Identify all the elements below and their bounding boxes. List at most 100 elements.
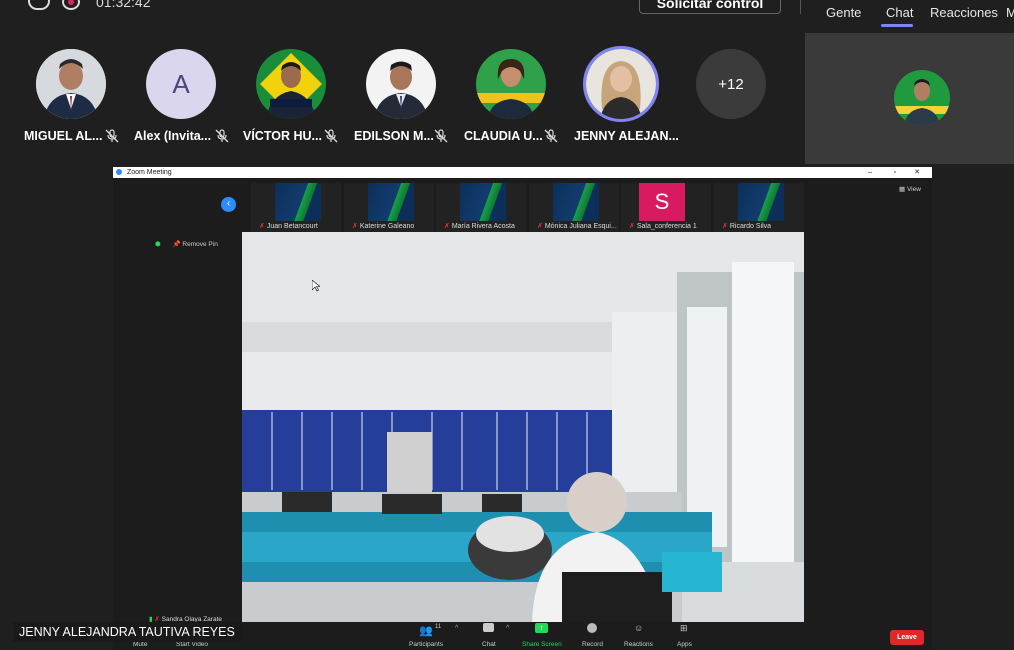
leave-button[interactable]: Leave — [890, 630, 924, 645]
mic-off-icon: ✗ — [444, 223, 450, 230]
video-thumbnail[interactable]: S ✗ Sala_conferencia 1 — [621, 183, 711, 233]
participant-tile[interactable]: VÍCTOR HU... — [243, 49, 366, 149]
video-thumbnail[interactable]: ✗ Katerine Galeano — [344, 183, 434, 233]
mic-off-icon: ✗ — [537, 223, 543, 230]
video-thumbnail[interactable]: ✗ María Rivera Acosta — [436, 183, 526, 233]
avatar — [366, 49, 436, 119]
record-icon — [587, 623, 597, 633]
apps-icon: ⊞ — [680, 623, 688, 633]
view-button[interactable]: ▦ View — [899, 185, 921, 193]
chat-icon — [483, 623, 494, 632]
zoom-title-bar: Zoom Meeting – ▫ ✕ — [113, 167, 932, 178]
mute-label: Mute — [133, 641, 148, 648]
more-participants-count: +12 — [718, 75, 744, 93]
mic-off-icon: ✗ — [722, 223, 728, 230]
chevron-up-icon[interactable]: ^ — [455, 625, 458, 632]
mic-off-icon: ✗ — [352, 223, 358, 230]
mouse-cursor-icon — [312, 280, 320, 292]
avatar — [583, 46, 659, 122]
share-screen-icon: ↑ — [535, 623, 548, 633]
reactions-label: Reactions — [624, 641, 653, 648]
participant-tile[interactable]: CLAUDIA U... — [464, 49, 586, 149]
participant-tile-active-speaker[interactable]: JENNY ALEJAN... — [574, 46, 696, 149]
self-view-panel — [805, 33, 1014, 164]
toolbar-divider — [800, 0, 801, 14]
thumbnail-name: Ricardo Silva — [729, 223, 772, 230]
participants-label: Participants — [409, 641, 443, 648]
thumbnail-name: Mónica Juliana Esqui... — [544, 223, 617, 230]
chevron-up-icon[interactable]: ^ — [506, 625, 509, 632]
participant-name: JENNY ALEJAN... — [574, 129, 679, 143]
shield-check-icon: ⬢ — [155, 241, 161, 248]
minimize-icon[interactable]: – — [868, 167, 872, 178]
video-thumbnail[interactable]: ✗ Juan Betancourt — [251, 183, 341, 233]
participant-name: Alex (Invita... — [134, 129, 212, 143]
mic-off-icon — [215, 129, 229, 143]
thumbnail-name: Sala_conferencia 1 — [636, 223, 697, 230]
chevron-left-icon[interactable]: ‹ — [221, 197, 236, 212]
share-screen-label: Share Screen — [522, 641, 562, 648]
participants-count: 11 — [435, 624, 442, 630]
avatar — [894, 70, 950, 126]
remove-pin-label: Remove Pin — [182, 241, 218, 248]
mic-off-icon: ✗ — [259, 223, 265, 230]
more-participants-circle: +12 — [696, 49, 766, 119]
chat-label: Chat — [482, 641, 496, 648]
video-thumbnail[interactable]: ✗ Ricardo Silva — [714, 183, 804, 233]
remove-pin-area[interactable]: ⬢ 📌 Remove Pin — [155, 240, 218, 248]
poster-image — [553, 183, 599, 221]
shared-zoom-window: Zoom Meeting – ▫ ✕ ‹ ▦ View ⬢ 📌 Remove P… — [113, 167, 932, 650]
participants-icon: 👥 — [419, 625, 433, 637]
poster-image — [368, 183, 414, 221]
poster-image — [275, 183, 321, 221]
zoom-logo-icon — [116, 169, 122, 175]
active-tab-indicator — [881, 24, 913, 27]
participant-tile[interactable]: EDILSON M... — [354, 49, 476, 149]
recording-icon — [62, 0, 80, 10]
participant-name: EDILSON M... — [354, 129, 434, 143]
participant-name: MIGUEL AL... — [24, 129, 103, 143]
avatar — [256, 49, 326, 119]
poster-image — [738, 183, 784, 221]
apps-label: Apps — [677, 641, 692, 648]
main-video-feed — [242, 232, 804, 624]
participant-name: VÍCTOR HU... — [243, 129, 322, 143]
grid-icon: ▦ — [899, 186, 906, 193]
classroom-image — [242, 232, 804, 624]
restore-icon[interactable]: ▫ — [894, 167, 896, 178]
tab-more[interactable]: M — [1006, 5, 1014, 20]
tab-people[interactable]: Gente — [826, 5, 861, 20]
screen-share-presenter-caption: JENNY ALEJANDRA TAUTIVA REYES — [13, 622, 241, 642]
tab-reactions[interactable]: Reacciones — [930, 5, 998, 20]
mic-off-icon — [544, 129, 558, 143]
participant-name: CLAUDIA U... — [464, 129, 543, 143]
record-label: Record — [582, 641, 603, 648]
shield-icon — [28, 0, 50, 10]
top-bar: 01:32:42 Solicitar control Gente Chat Re… — [0, 0, 1014, 30]
mic-off-icon — [434, 129, 448, 143]
zoom-window-title: Zoom Meeting — [126, 169, 172, 176]
avatar — [36, 49, 106, 119]
thumbnail-name: Juan Betancourt — [266, 223, 318, 230]
start-video-label: Start Video — [176, 641, 209, 648]
pin-icon: 📌 — [172, 241, 181, 248]
tab-chat[interactable]: Chat — [886, 5, 913, 20]
sala-initial-tile: S — [639, 183, 685, 221]
more-participants-button[interactable]: +12 — [696, 49, 806, 149]
close-icon[interactable]: ✕ — [914, 167, 920, 178]
thumbnail-name: Katerine Galeano — [359, 223, 415, 230]
meeting-timer: 01:32:42 — [96, 0, 151, 10]
avatar — [476, 49, 546, 119]
participant-tile[interactable]: MIGUEL AL... — [24, 49, 146, 149]
mic-off-icon — [324, 129, 338, 143]
poster-image — [460, 183, 506, 221]
avatar: A — [146, 49, 216, 119]
participant-tile[interactable]: A Alex (Invita... — [134, 49, 256, 149]
video-thumbnail[interactable]: ✗ Mónica Juliana Esqui... — [529, 183, 619, 233]
avatar-initial: A — [172, 68, 190, 99]
view-label: View — [906, 186, 921, 193]
request-control-button[interactable]: Solicitar control — [639, 0, 781, 14]
mic-off-icon: ✗ — [629, 223, 635, 230]
smiley-icon: ☺ — [634, 623, 644, 633]
thumbnail-name: María Rivera Acosta — [451, 223, 515, 230]
